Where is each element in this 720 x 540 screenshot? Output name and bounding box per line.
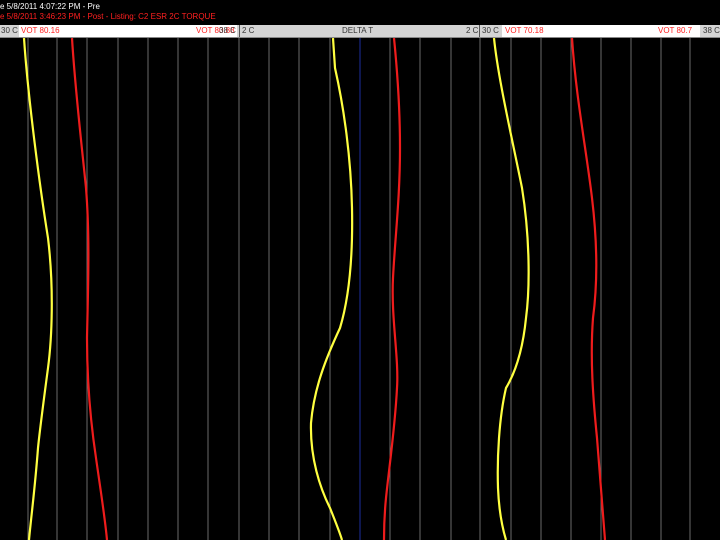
track2-post-curve — [382, 38, 402, 540]
header-separator — [239, 25, 240, 37]
track3-value: VOT 80.7 — [658, 26, 693, 35]
track1-right-scale: 38 C — [219, 26, 236, 35]
track2-pre-curve — [309, 38, 354, 540]
log-plot-area — [22, 38, 691, 540]
track3-left-scale: 30 C — [482, 26, 499, 35]
track2-right-scale: 2 C — [466, 26, 479, 35]
track3-right-scale: 38 C — [703, 26, 720, 35]
log-curves — [22, 38, 607, 540]
track3-post-curve — [570, 38, 607, 540]
grid-lines — [27, 38, 691, 540]
pre-info-line: e 5/8/2011 4:07:22 PM - Pre — [0, 2, 100, 11]
track2-name: DELTA T — [342, 26, 374, 35]
track-header-bar: 30 C VOT 80.16 VOT 80.88 38 C 2 C DELTA … — [0, 25, 720, 38]
post-info-line: e 5/8/2011 3:46:23 PM - Post - Listing: … — [0, 12, 216, 21]
track3-name: VOT 70.18 — [505, 26, 544, 35]
track1-left-scale: 30 C — [1, 26, 18, 35]
track1-post-curve — [70, 38, 109, 540]
info-panel: e 5/8/2011 4:07:22 PM - Pre e 5/8/2011 3… — [0, 0, 720, 24]
track1-name: VOT 80.16 — [21, 26, 60, 35]
track2-left-scale: 2 C — [242, 26, 255, 35]
header-separator — [479, 25, 480, 37]
